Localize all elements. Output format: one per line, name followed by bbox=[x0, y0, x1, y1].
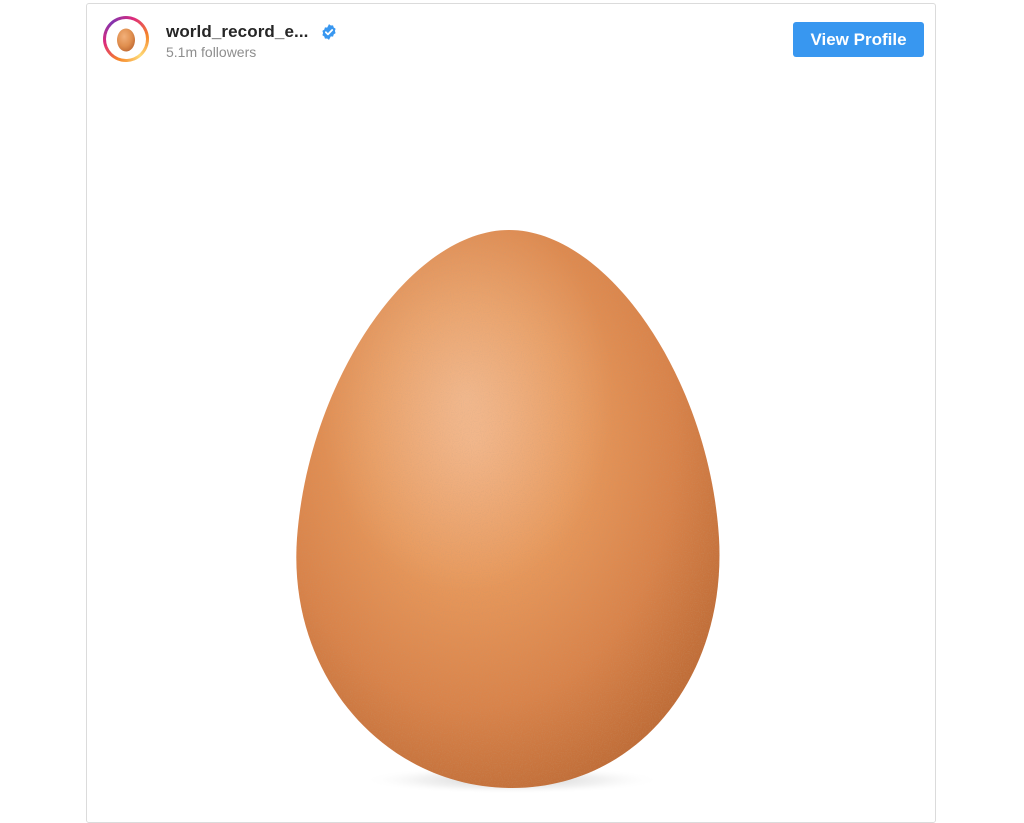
egg-photo bbox=[296, 230, 720, 794]
followers-count: 5.1m followers bbox=[166, 44, 257, 60]
post-header: world_record_e... 5.1m followers View Pr… bbox=[87, 4, 935, 78]
view-profile-button[interactable]: View Profile bbox=[793, 22, 924, 57]
instagram-embed: world_record_e... 5.1m followers View Pr… bbox=[86, 3, 936, 823]
username-row: world_record_e... bbox=[166, 22, 338, 42]
avatar-image bbox=[106, 19, 146, 59]
post-image[interactable] bbox=[87, 78, 935, 822]
verified-badge-icon bbox=[322, 24, 337, 40]
egg-avatar-icon bbox=[117, 28, 135, 52]
avatar[interactable] bbox=[103, 16, 149, 62]
username-link[interactable]: world_record_e... bbox=[166, 22, 308, 42]
